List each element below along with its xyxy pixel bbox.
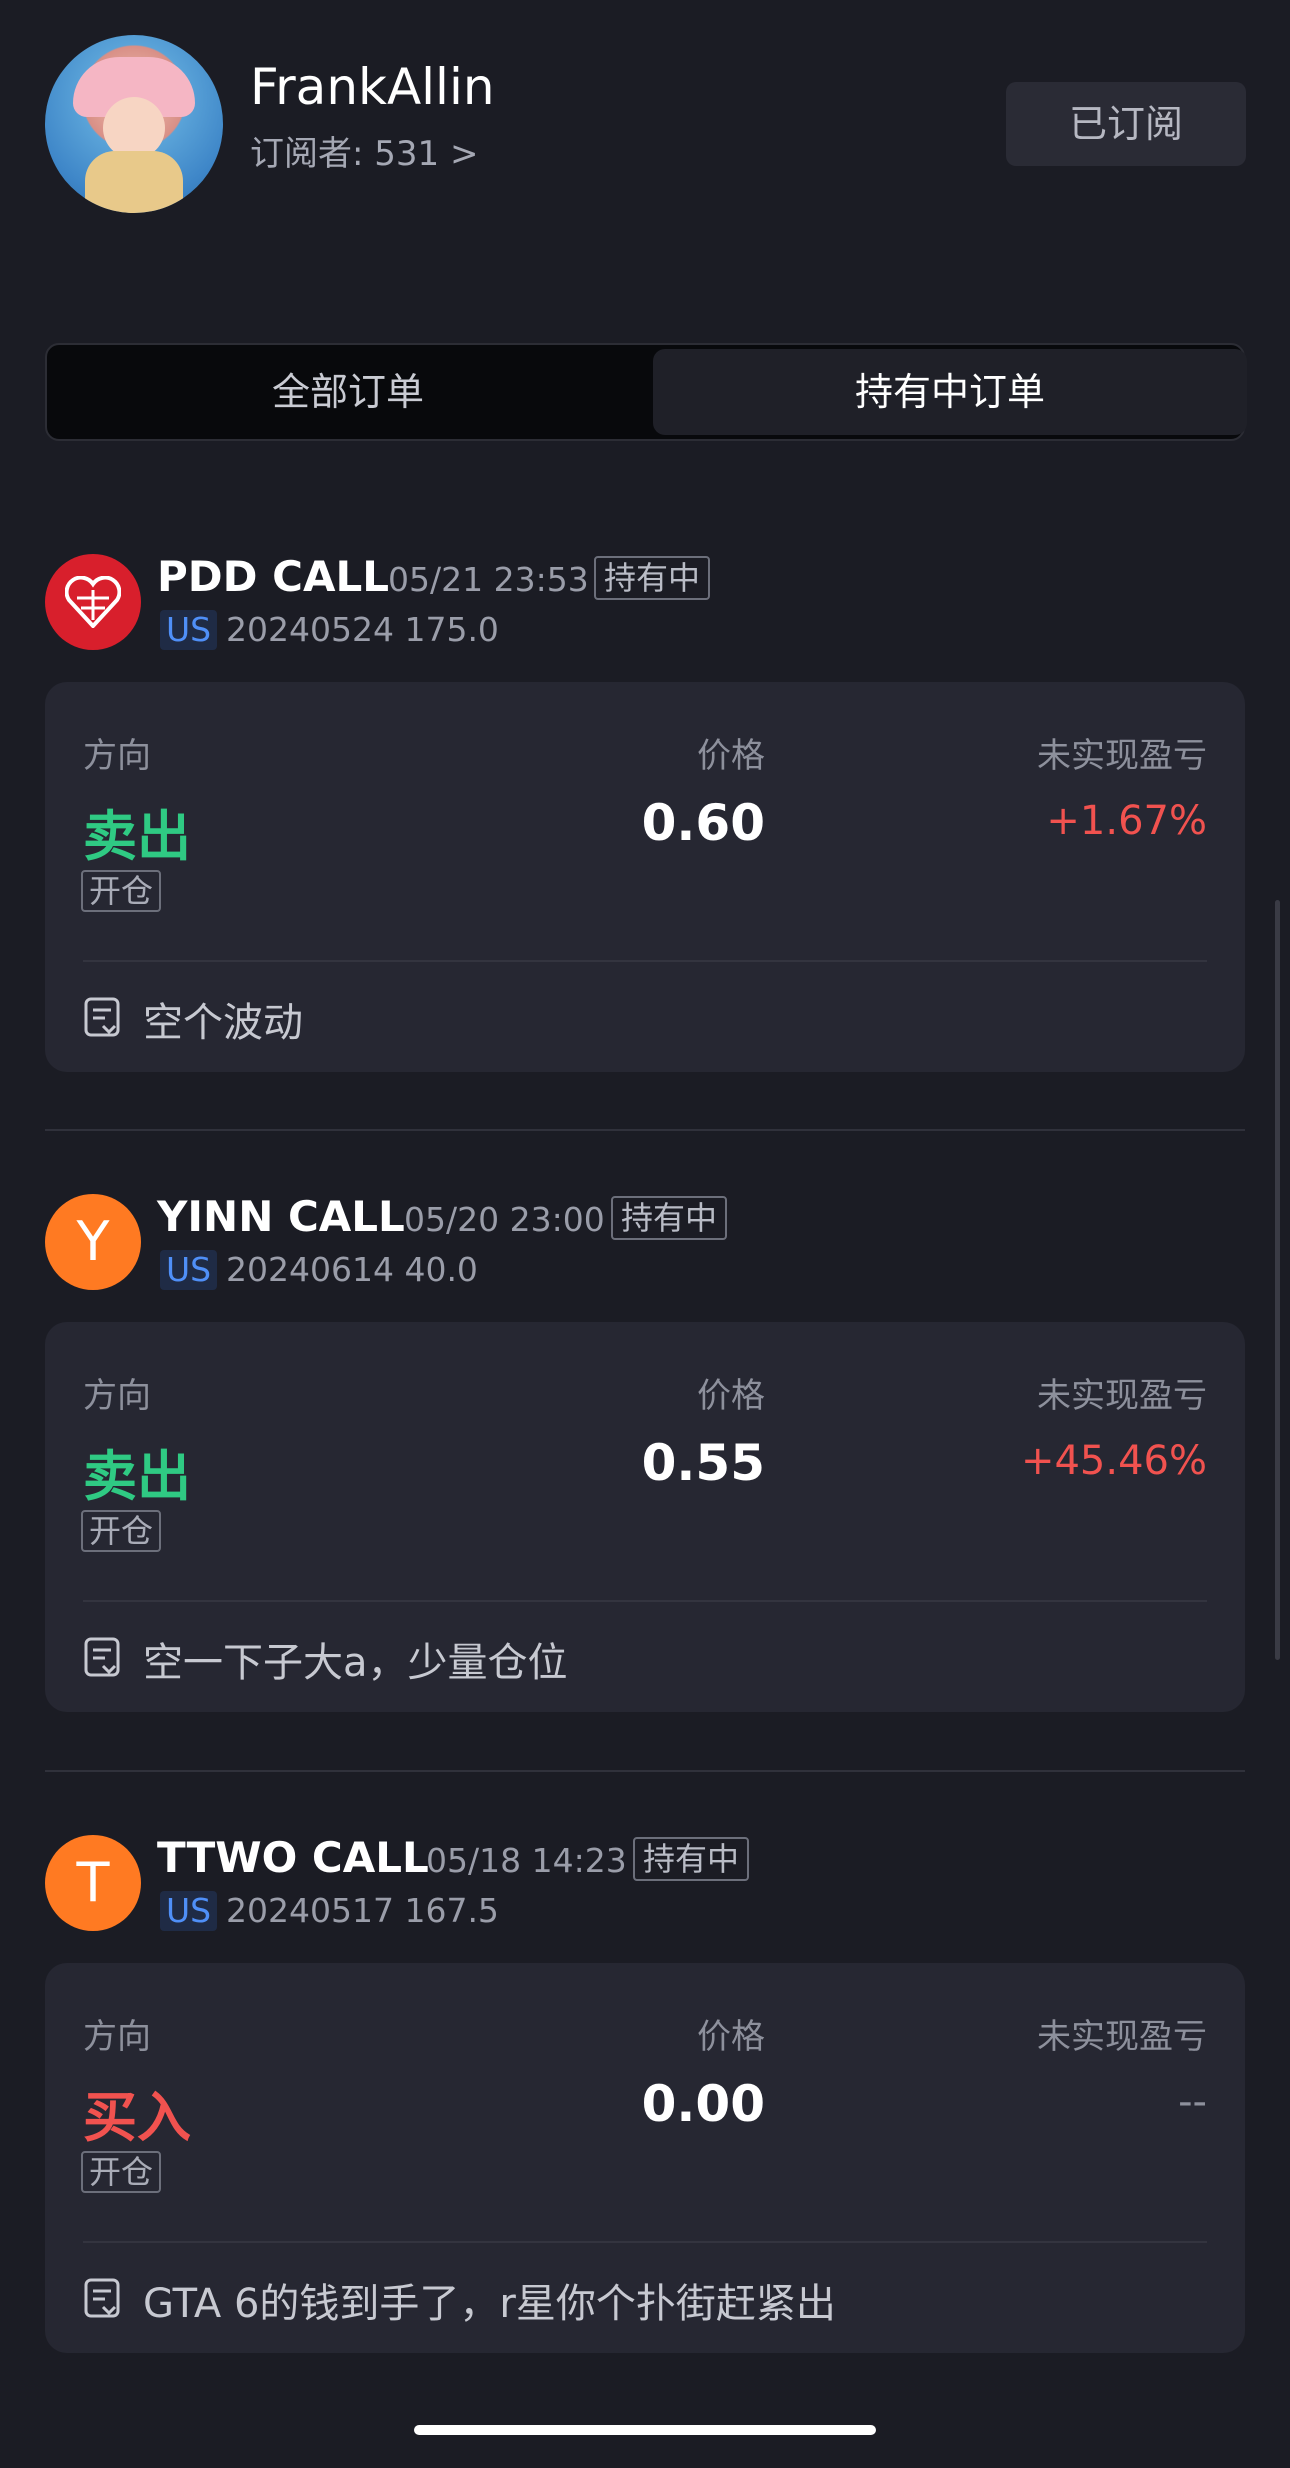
pnl-label: 未实现盈亏 xyxy=(1037,736,1207,776)
order-time: 05/20 23:00 xyxy=(404,1200,605,1239)
price-value: 0.55 xyxy=(641,1434,765,1492)
note-icon xyxy=(84,1637,120,1677)
order-symbol: YINN CALL xyxy=(157,1192,405,1241)
divider xyxy=(83,960,1207,962)
divider xyxy=(83,2241,1207,2243)
direction-value: 卖出 xyxy=(83,1445,191,1508)
market-tag: US xyxy=(160,1891,218,1931)
pinduoduo-logo-icon xyxy=(45,554,141,650)
direction-value: 卖出 xyxy=(83,805,191,868)
direction-label: 方向 xyxy=(83,1376,151,1416)
price-value: 0.00 xyxy=(641,2075,765,2133)
open-position-tag: 开仓 xyxy=(81,870,162,912)
price-value: 0.60 xyxy=(641,794,765,852)
status-badge: 持有中 xyxy=(594,556,711,600)
order-card[interactable]: 方向 价格 未实现盈亏 卖出 开仓 0.60 +1.67% 空个波动 xyxy=(45,682,1245,1072)
open-position-tag: 开仓 xyxy=(81,1510,162,1552)
yinn-logo-icon: Y xyxy=(45,1194,141,1290)
order-tabs: 全部订单 持有中订单 xyxy=(45,343,1247,441)
divider xyxy=(45,1770,1245,1772)
pnl-value: +1.67% xyxy=(1046,798,1207,844)
order-note: 空一下子大a，少量仓位 xyxy=(143,1640,568,1686)
pnl-label: 未实现盈亏 xyxy=(1037,1376,1207,1416)
profile-name: FrankAllin xyxy=(250,58,495,116)
pnl-value: -- xyxy=(1178,2079,1207,2125)
order-symbol: TTWO CALL xyxy=(157,1833,429,1882)
order-symbol: PDD CALL xyxy=(157,552,389,601)
subscriber-count[interactable]: 订阅者: 531 > xyxy=(250,126,478,175)
subscribed-button[interactable]: 已订阅 xyxy=(1006,82,1246,166)
order-time: 05/21 23:53 xyxy=(388,560,589,599)
market-tag: US xyxy=(160,610,218,650)
direction-label: 方向 xyxy=(83,2017,151,2057)
pnl-value: +45.46% xyxy=(1020,1438,1207,1484)
direction-value: 买入 xyxy=(83,2086,191,2149)
order-card[interactable]: 方向 价格 未实现盈亏 卖出 开仓 0.55 +45.46% 空一下子大a，少量… xyxy=(45,1322,1245,1712)
profile-header: FrankAllin 订阅者: 531 > 已订阅 xyxy=(0,0,1290,300)
divider xyxy=(83,1600,1207,1602)
pnl-label: 未实现盈亏 xyxy=(1037,2017,1207,2057)
status-badge: 持有中 xyxy=(611,1196,728,1240)
home-indicator[interactable] xyxy=(414,2425,876,2435)
order-note: GTA 6的钱到手了，r星你个扑街赶紧出 xyxy=(143,2281,836,2327)
open-position-tag: 开仓 xyxy=(81,2151,162,2193)
price-label: 价格 xyxy=(697,1376,765,1416)
market-tag: US xyxy=(160,1250,218,1290)
order-note: 空个波动 xyxy=(143,1000,303,1046)
scrollbar[interactable] xyxy=(1275,900,1280,1660)
contract-info: 20240614 40.0 xyxy=(226,1250,478,1289)
status-badge: 持有中 xyxy=(633,1837,750,1881)
tab-holding-orders[interactable]: 持有中订单 xyxy=(653,349,1247,435)
avatar[interactable] xyxy=(45,35,223,213)
tab-all-orders[interactable]: 全部订单 xyxy=(51,349,645,435)
note-icon xyxy=(84,997,120,1037)
order-time: 05/18 14:23 xyxy=(426,1841,627,1880)
price-label: 价格 xyxy=(697,736,765,776)
order-card[interactable]: 方向 价格 未实现盈亏 买入 开仓 0.00 -- GTA 6的钱到手了，r星你… xyxy=(45,1963,1245,2353)
ttwo-logo-icon: T xyxy=(45,1835,141,1931)
divider xyxy=(45,1129,1245,1131)
contract-info: 20240524 175.0 xyxy=(226,610,499,649)
direction-label: 方向 xyxy=(83,736,151,776)
price-label: 价格 xyxy=(697,2017,765,2057)
note-icon xyxy=(84,2278,120,2318)
contract-info: 20240517 167.5 xyxy=(226,1891,499,1930)
